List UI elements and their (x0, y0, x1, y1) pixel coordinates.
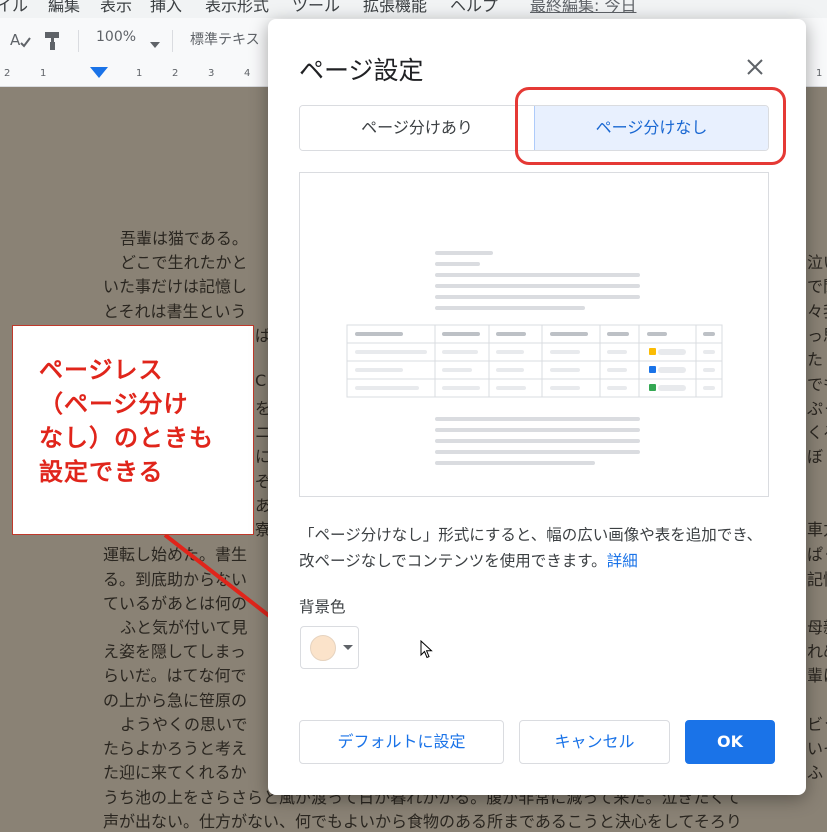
highlight-ring (515, 87, 786, 165)
ok-button[interactable]: OK (685, 720, 775, 764)
annotation-callout: ページレス （ページ分け なし）のときも 設定できる (12, 325, 254, 535)
dialog-title: ページ設定 (299, 56, 424, 85)
annotation-text: ページレス （ページ分け なし）のときも 設定できる (39, 356, 214, 486)
close-icon[interactable] (742, 54, 768, 80)
set-default-button[interactable]: デフォルトに設定 (299, 720, 504, 764)
status-dot-blue (649, 366, 656, 373)
preview-illustration (346, 251, 723, 465)
pageless-preview (299, 172, 769, 497)
description-text: 「ページ分けなし」形式にすると、幅の広い画像や表を追加でき、改ページなしでコンテ… (299, 526, 763, 570)
dropdown-caret-icon (343, 645, 353, 650)
tab-pages[interactable]: ページ分けあり (300, 106, 534, 150)
mouse-cursor-icon (420, 640, 433, 659)
status-dot-yellow (649, 348, 656, 355)
page-setup-dialog: ページ設定 ページ分けあり ページ分けなし 「ページ分けなし」形式にすると、幅の… (268, 19, 806, 795)
background-color-picker[interactable] (300, 626, 359, 669)
cancel-button[interactable]: キャンセル (519, 720, 670, 764)
details-link[interactable]: 詳細 (607, 552, 638, 570)
background-color-label: 背景色 (299, 598, 346, 616)
color-swatch (310, 635, 336, 661)
status-dot-green (649, 384, 656, 391)
pageless-description: 「ページ分けなし」形式にすると、幅の広い画像や表を追加でき、改ページなしでコンテ… (299, 522, 774, 574)
